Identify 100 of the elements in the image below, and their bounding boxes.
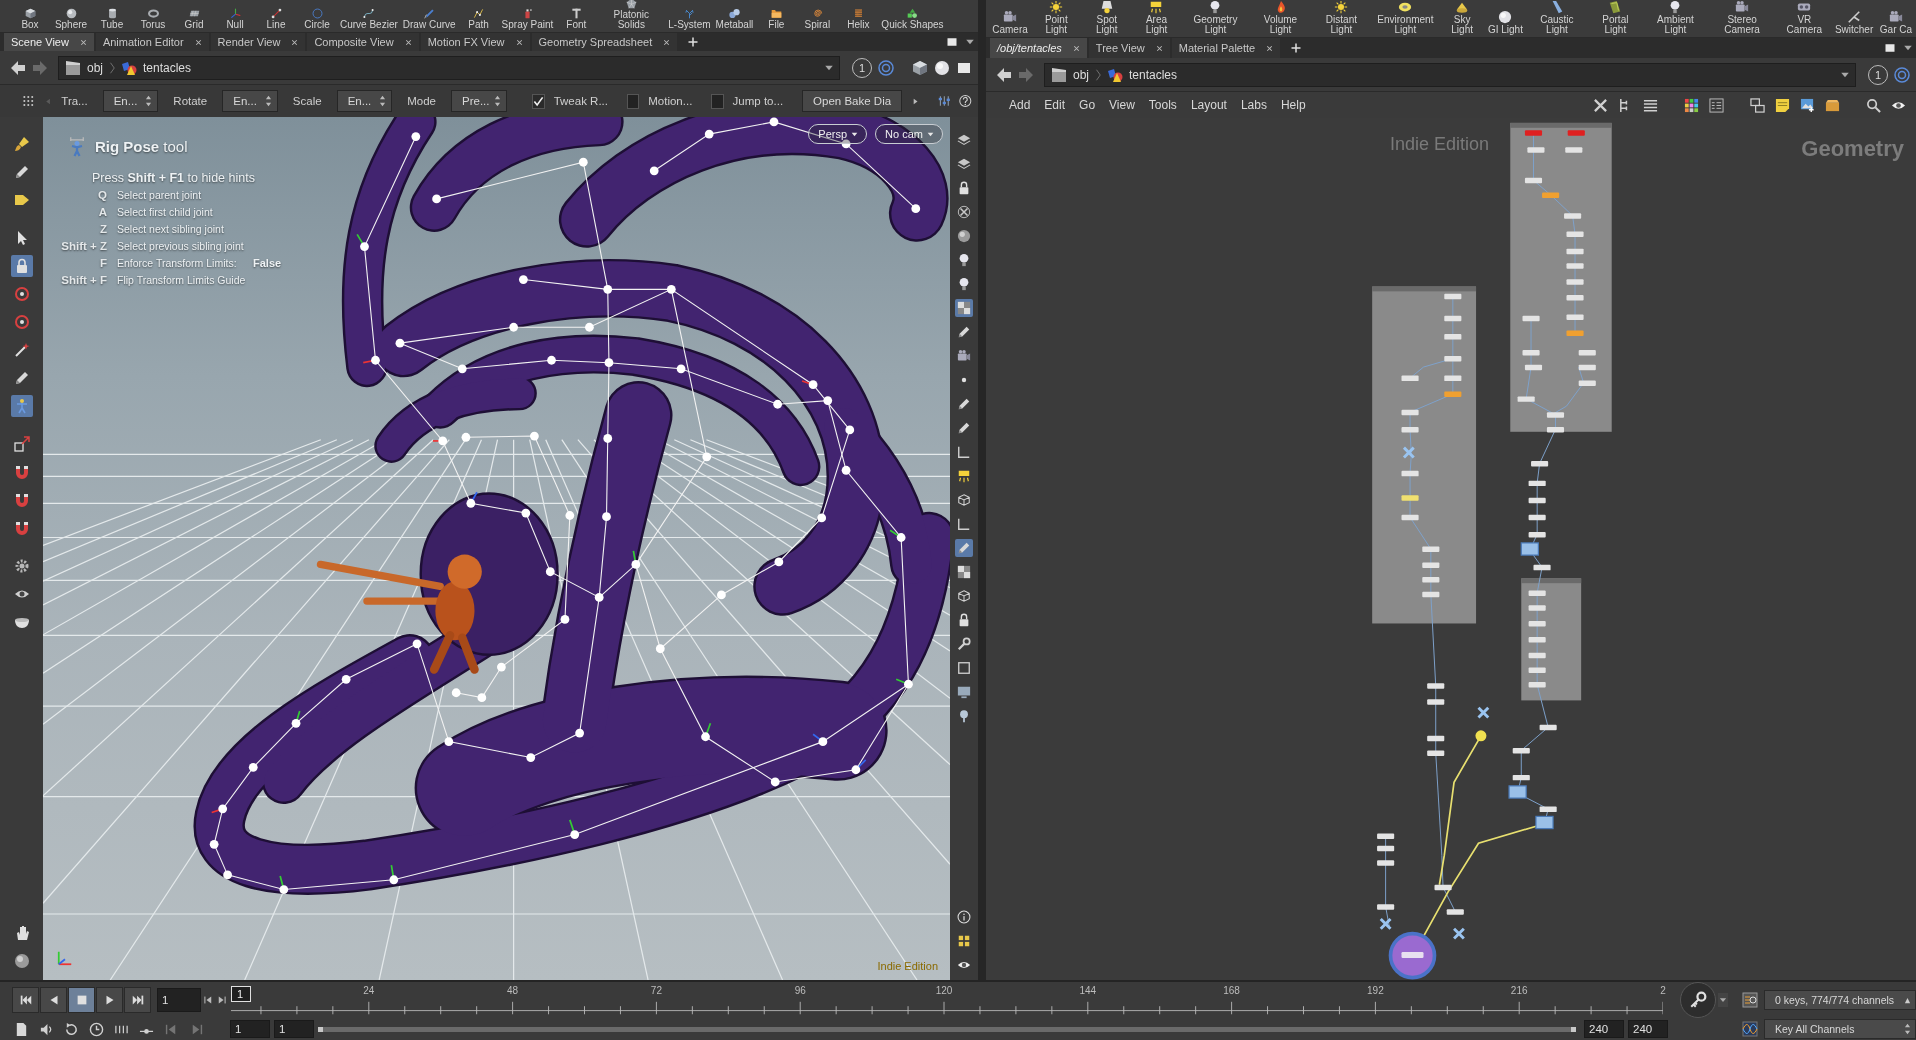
shelf-tool-button[interactable]: Curve Bezier [338, 8, 400, 30]
frame-field[interactable]: 1 [157, 988, 201, 1012]
wire-cube-icon[interactable] [955, 587, 973, 605]
lock-icon[interactable] [10, 255, 33, 277]
pane-tab[interactable]: Composite View [307, 33, 419, 51]
graph-node[interactable] [1539, 806, 1557, 813]
shelf-tool-button[interactable]: Font [556, 8, 597, 30]
help-icon[interactable] [959, 93, 972, 109]
menu-item[interactable]: Edit [1037, 98, 1073, 112]
add-tab-icon[interactable] [1290, 42, 1303, 54]
graph-node[interactable] [1528, 667, 1546, 673]
maximize-icon[interactable] [946, 36, 958, 48]
graph-node[interactable] [1528, 605, 1546, 611]
cross-node-icon[interactable] [1379, 917, 1392, 931]
graph-node[interactable] [1566, 295, 1584, 301]
graph-node[interactable] [1444, 293, 1462, 300]
shelf-tool-button[interactable]: File [756, 8, 797, 30]
graph-node[interactable] [1528, 621, 1546, 627]
path-segment[interactable]: obj [87, 60, 103, 75]
color-grid-icon[interactable] [1684, 97, 1699, 113]
shelf-tool-button[interactable]: Camera [990, 10, 1030, 35]
cube-icon[interactable] [912, 59, 928, 76]
keys-dropdown[interactable]: 0 keys, 774/774 channels [1764, 990, 1916, 1010]
maximize-icon[interactable] [1884, 42, 1896, 54]
network-box[interactable] [1510, 122, 1612, 432]
wrench-icon[interactable] [955, 635, 973, 653]
graph-node[interactable] [1528, 590, 1546, 596]
pane-tab[interactable]: Scene View [4, 33, 94, 51]
graph-node[interactable] [1401, 375, 1419, 382]
graph-node[interactable] [1522, 315, 1540, 322]
menu-item[interactable]: Layout [1183, 98, 1234, 112]
range-start-field[interactable]: 1 [274, 1020, 314, 1038]
graph-node[interactable] [1566, 330, 1584, 336]
shelf-tool-button[interactable]: Tube [92, 8, 132, 30]
graph-node[interactable] [1542, 192, 1560, 198]
graph-node[interactable] [1566, 279, 1584, 285]
range-end-field[interactable]: 240 [1628, 1020, 1668, 1038]
pane-tab[interactable]: Motion FX View [420, 33, 530, 51]
shelf-tool-button[interactable]: Line [256, 8, 296, 30]
close-icon[interactable] [1071, 43, 1081, 53]
graph-node[interactable] [1528, 514, 1546, 521]
graph-node[interactable] [1377, 845, 1395, 852]
shelf-tool-button[interactable]: Spot Light [1082, 0, 1131, 35]
menu-item[interactable]: Go [1072, 98, 1103, 112]
pane-tab[interactable]: Geometry Spreadsheet [531, 33, 678, 51]
cross-node-icon[interactable] [1477, 706, 1490, 719]
pencil-icon[interactable] [955, 539, 973, 557]
shelf-tool-button[interactable]: Helix [838, 8, 879, 30]
package-icon[interactable] [1825, 97, 1840, 113]
graph-node[interactable] [1446, 909, 1464, 915]
graph-node[interactable] [1512, 774, 1530, 781]
graph-node[interactable] [1528, 682, 1546, 688]
graph-node[interactable] [1539, 724, 1557, 731]
pane-tab[interactable]: /obj/tentacles [990, 38, 1087, 58]
graph-node[interactable] [1522, 350, 1540, 356]
option-dropdown[interactable]: Pre... [451, 90, 507, 112]
cross-node-icon[interactable] [1452, 927, 1466, 940]
graph-node[interactable] [1531, 461, 1549, 467]
graph-node[interactable] [1422, 577, 1440, 583]
dot-node-icon[interactable] [1475, 730, 1487, 742]
graph-node[interactable] [1528, 652, 1546, 659]
checkbox-label[interactable]: Tweak R... [553, 95, 608, 107]
transport-button[interactable] [12, 987, 39, 1013]
option-button[interactable]: Open Bake Dia [802, 90, 903, 112]
graph-node[interactable] [1565, 147, 1583, 153]
shelf-tool-button[interactable]: Ambient Light [1643, 0, 1708, 35]
graph-node[interactable] [1546, 412, 1565, 418]
graph-node[interactable] [1444, 334, 1462, 340]
image-icon[interactable] [1800, 97, 1815, 113]
graph-node[interactable] [1578, 364, 1596, 371]
graph-node[interactable] [1377, 860, 1395, 866]
menu-item[interactable]: Add [1002, 98, 1038, 112]
graph-node[interactable] [1567, 130, 1585, 136]
graph-node[interactable] [1422, 546, 1440, 553]
view-menu-button[interactable]: No cam [875, 124, 943, 144]
range-end-field[interactable]: 240 [1584, 1020, 1624, 1038]
graph-node[interactable] [1578, 350, 1596, 356]
close-icon[interactable] [193, 37, 203, 47]
cross-node-icon[interactable] [1402, 446, 1416, 459]
graph-node[interactable] [1422, 591, 1440, 598]
option-dropdown[interactable]: En... [336, 90, 393, 112]
menu-item[interactable]: Help [1273, 98, 1313, 112]
option-dropdown[interactable]: En... [222, 90, 278, 112]
graph-node[interactable] [1444, 315, 1462, 322]
checker-icon[interactable] [955, 563, 973, 581]
graph-node[interactable] [1524, 364, 1543, 371]
clock-icon[interactable] [89, 1021, 104, 1037]
shelf-tool-button[interactable]: L-System [666, 8, 713, 30]
shelf-tool-button[interactable]: Null [215, 8, 255, 30]
info-icon[interactable] [955, 908, 973, 926]
shelf-tool-button[interactable]: Box [10, 8, 50, 30]
path-segment[interactable]: obj [1073, 67, 1089, 82]
transport-button[interactable] [40, 987, 67, 1013]
close-icon[interactable] [290, 37, 300, 47]
circle-node-icon[interactable] [1388, 931, 1437, 980]
graph-node[interactable] [1401, 470, 1419, 477]
graph-node[interactable] [1528, 497, 1546, 504]
pane-tab[interactable]: Render View [210, 33, 306, 51]
graph-node[interactable] [1401, 495, 1419, 501]
path-field[interactable]: obj tentacles [58, 55, 840, 80]
